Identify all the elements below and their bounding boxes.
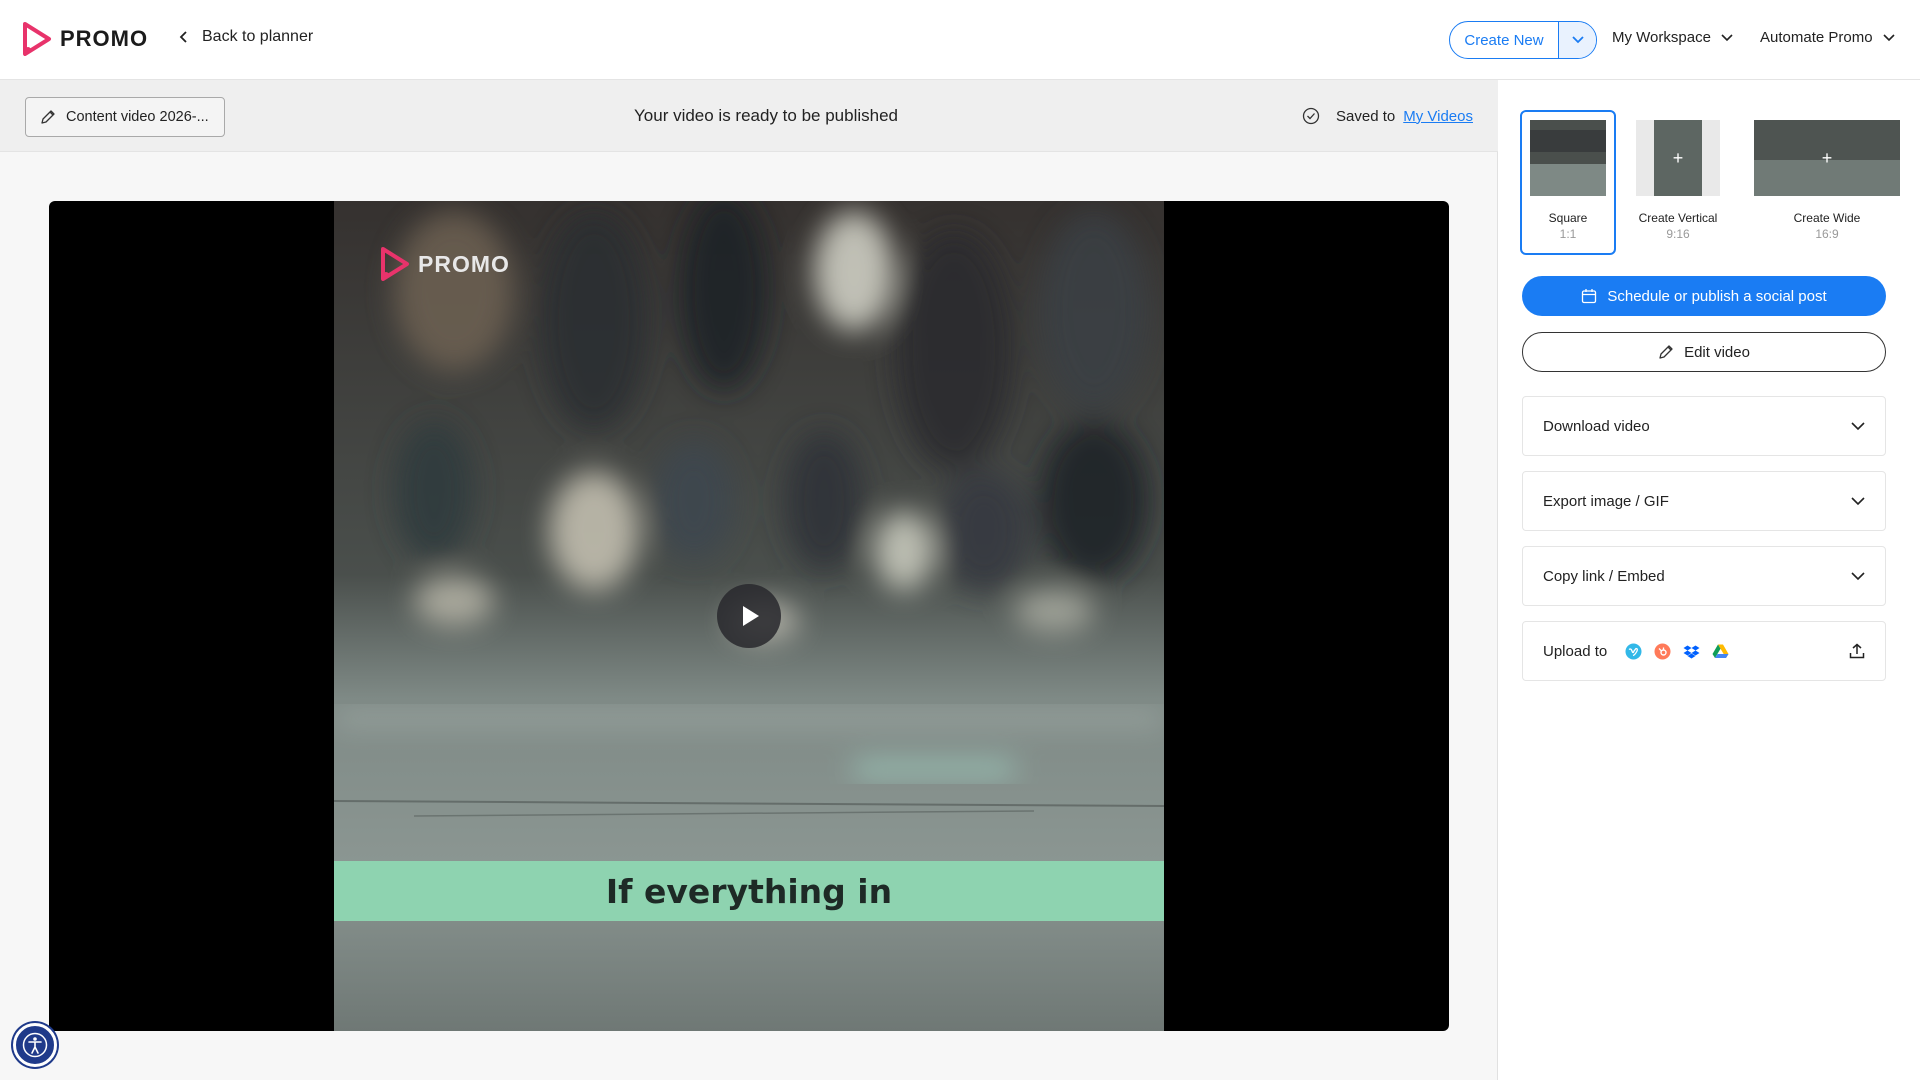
square-thumbnail — [1530, 120, 1606, 196]
watermark-text: PROMO — [418, 250, 510, 277]
upload-targets — [1625, 643, 1849, 660]
format-label: Square — [1548, 211, 1588, 225]
format-ratio: 1:1 — [1559, 227, 1577, 241]
play-button[interactable] — [717, 584, 781, 648]
vimeo-icon[interactable] — [1625, 643, 1642, 660]
play-icon — [743, 606, 759, 626]
back-label: Back to planner — [202, 28, 314, 45]
automate-label: Automate Promo — [1760, 29, 1873, 46]
top-header: PROMO Back to planner Create New My Work… — [0, 0, 1920, 80]
create-new-button[interactable]: Create New — [1450, 22, 1558, 58]
back-to-planner-link[interactable]: Back to planner — [178, 28, 313, 46]
publish-panel: Square 1:1 + Create Vertical 9:16 + Crea… — [1498, 80, 1920, 1080]
accordion-label: Copy link / Embed — [1543, 567, 1665, 585]
my-workspace-menu[interactable]: My Workspace — [1612, 29, 1733, 46]
edit-video-button[interactable]: Edit video — [1522, 332, 1886, 372]
saved-prefix: Saved to — [1336, 107, 1396, 125]
download-video-accordion[interactable]: Download video — [1522, 396, 1886, 456]
schedule-label: Schedule or publish a social post — [1607, 287, 1827, 305]
chevron-down-icon — [1721, 33, 1733, 41]
accordion-label: Upload to — [1543, 642, 1608, 660]
chevron-down-icon — [1571, 36, 1584, 44]
dropbox-icon[interactable] — [1683, 643, 1700, 660]
vertical-thumbnail: + — [1636, 120, 1720, 196]
google-drive-icon[interactable] — [1712, 643, 1729, 660]
wide-thumbnail: + — [1754, 120, 1900, 196]
format-ratio: 16:9 — [1815, 227, 1839, 241]
automate-promo-menu[interactable]: Automate Promo — [1760, 29, 1895, 46]
chevron-down-icon — [1851, 496, 1865, 505]
saved-status: Saved to My Videos — [1302, 107, 1473, 125]
accordion-label: Export image / GIF — [1543, 492, 1669, 510]
video-watermark-logo: PROMO — [380, 247, 510, 281]
format-wide[interactable]: + Create Wide 16:9 — [1754, 110, 1900, 255]
edit-label: Edit video — [1684, 343, 1750, 361]
format-ratio: 9:16 — [1666, 227, 1690, 241]
pencil-icon — [1659, 345, 1673, 359]
accessibility-button[interactable] — [13, 1023, 57, 1067]
upload-to-accordion[interactable]: Upload to — [1522, 621, 1886, 681]
accessibility-icon — [22, 1032, 48, 1058]
chevron-left-icon — [179, 31, 187, 43]
video-caption-band: If everything in — [334, 861, 1164, 921]
square-thumbnail-image — [1530, 120, 1606, 196]
my-videos-link[interactable]: My Videos — [1403, 108, 1473, 125]
create-new-split-button: Create New — [1449, 21, 1597, 59]
video-preview-area: Content video 2026-... Your video is rea… — [0, 80, 1498, 1080]
create-new-dropdown-button[interactable] — [1558, 22, 1596, 58]
promo-logo-icon — [23, 22, 51, 56]
export-image-gif-accordion[interactable]: Export image / GIF — [1522, 471, 1886, 531]
promo-logo-icon — [381, 247, 409, 281]
format-selector: Square 1:1 + Create Vertical 9:16 + Crea… — [1520, 110, 1910, 255]
video-frame: PROMO If everything in — [334, 201, 1164, 1031]
check-circle-icon — [1302, 107, 1320, 125]
format-square[interactable]: Square 1:1 — [1520, 110, 1616, 255]
format-vertical[interactable]: + Create Vertical 9:16 — [1636, 110, 1720, 255]
status-bar: Content video 2026-... Your video is rea… — [0, 80, 1498, 152]
plus-icon: + — [1672, 147, 1684, 168]
chevron-down-icon — [1851, 571, 1865, 580]
video-caption: If everything in — [605, 871, 893, 911]
accordion-label: Download video — [1543, 417, 1650, 435]
hubspot-icon[interactable] — [1654, 643, 1671, 660]
copy-link-embed-accordion[interactable]: Copy link / Embed — [1522, 546, 1886, 606]
logo-text: PROMO — [60, 26, 149, 51]
calendar-icon — [1582, 289, 1597, 304]
upload-icon — [1849, 643, 1865, 659]
video-player[interactable]: PROMO If everything in — [49, 201, 1449, 1031]
format-label: Create Vertical — [1638, 211, 1718, 225]
plus-icon: + — [1821, 147, 1833, 168]
chevron-down-icon — [1851, 421, 1865, 430]
schedule-publish-button[interactable]: Schedule or publish a social post — [1522, 276, 1886, 316]
workspace-label: My Workspace — [1612, 29, 1711, 46]
chevron-down-icon — [1882, 33, 1895, 41]
format-label: Create Wide — [1793, 211, 1861, 225]
promo-logo[interactable]: PROMO — [22, 22, 148, 56]
